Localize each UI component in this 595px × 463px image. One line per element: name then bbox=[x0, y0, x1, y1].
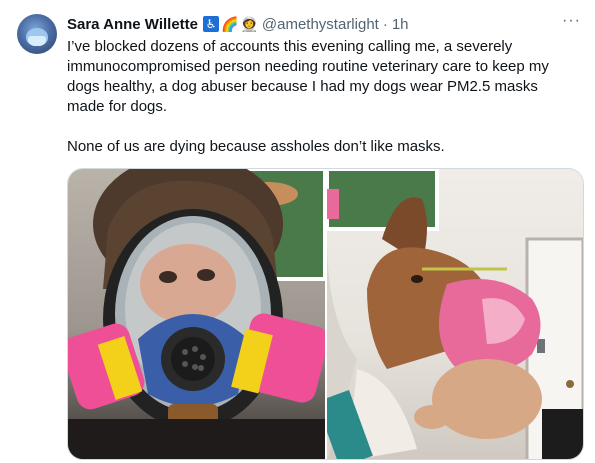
avatar-mask bbox=[28, 36, 46, 46]
photo-dog-muzzle-mask[interactable] bbox=[327, 169, 583, 459]
photo-person-respirator[interactable] bbox=[68, 169, 325, 459]
tweet-text: I’ve blocked dozens of accounts this eve… bbox=[67, 37, 572, 157]
timestamp[interactable]: 1h bbox=[392, 16, 409, 33]
author-handle[interactable]: @amethystarlight bbox=[262, 16, 379, 33]
author-badges: ♿ 🌈 👩‍🚀 bbox=[203, 16, 258, 32]
separator: · bbox=[382, 15, 388, 33]
astronaut-icon: 👩‍🚀 bbox=[240, 16, 258, 32]
rainbow-icon: 🌈 bbox=[221, 16, 239, 32]
media-grid bbox=[67, 168, 584, 460]
tweet-paragraph: None of us are dying because assholes do… bbox=[67, 138, 445, 155]
tweet-header: Sara Anne Willette ♿ 🌈 👩‍🚀 @amethystarli… bbox=[67, 13, 581, 35]
wheelchair-icon: ♿ bbox=[203, 16, 220, 32]
more-options-icon[interactable]: ··· bbox=[562, 12, 581, 30]
author-name[interactable]: Sara Anne Willette bbox=[67, 16, 198, 33]
tweet-paragraph: I’ve blocked dozens of accounts this eve… bbox=[67, 38, 549, 115]
avatar[interactable] bbox=[17, 14, 57, 54]
